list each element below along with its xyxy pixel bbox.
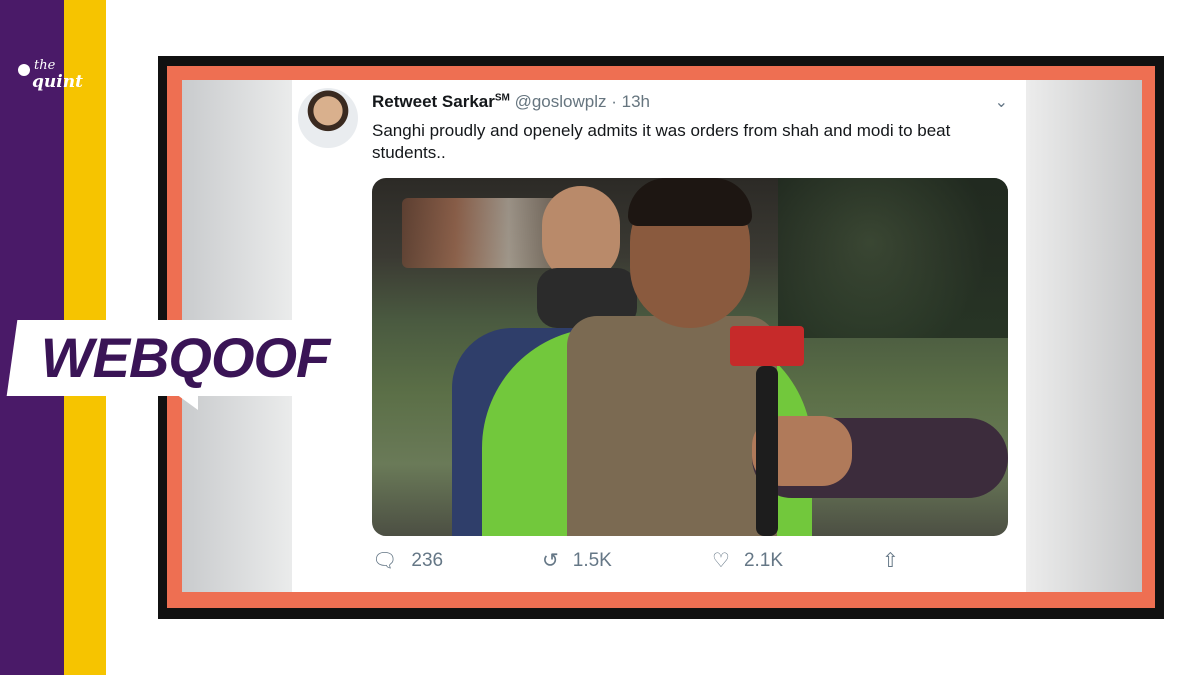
reply-icon: 🗨 xyxy=(372,550,398,572)
chevron-down-icon[interactable]: ⌄ xyxy=(995,92,1008,112)
avatar[interactable] xyxy=(298,88,358,148)
tweet-media-video[interactable] xyxy=(372,178,1008,536)
microphone-flag xyxy=(730,326,804,366)
like-button[interactable]: ♡ 2.1K xyxy=(712,548,783,573)
display-name[interactable]: Retweet Sarkar xyxy=(372,92,495,111)
speech-bubble-icon xyxy=(18,64,30,76)
share-button[interactable]: ⇧ xyxy=(882,548,913,573)
logo-line-2: quint xyxy=(32,72,83,92)
logo-line-1: the xyxy=(34,58,56,73)
background-trees xyxy=(778,178,1008,338)
background-lights xyxy=(402,198,562,268)
retweet-button[interactable]: ↺ 1.5K xyxy=(542,548,612,573)
webqoof-banner-text: WEBQOOF xyxy=(40,326,331,389)
retweet-icon: ↺ xyxy=(542,550,559,572)
tweet-card[interactable]: Retweet SarkarSM @goslowplz · 13h ⌄ Sang… xyxy=(292,80,1026,592)
tweet-actions: 🗨 236 ↺ 1.5K ♡ 2.1K ⇧ xyxy=(372,548,932,576)
share-icon: ⇧ xyxy=(882,550,899,572)
heart-icon: ♡ xyxy=(712,550,730,572)
microphone xyxy=(756,366,778,536)
reply-count: 236 xyxy=(411,549,444,571)
tweet-header: Retweet SarkarSM @goslowplz · 13h xyxy=(372,92,650,112)
handle[interactable]: @goslowplz xyxy=(515,92,607,111)
main-person-hair xyxy=(628,178,752,226)
tweet-text: Sanghi proudly and openely admits it was… xyxy=(372,121,951,162)
webqoof-banner-tail xyxy=(176,394,198,410)
separator-dot: · xyxy=(611,92,617,111)
service-mark: SM xyxy=(494,92,510,104)
reply-button[interactable]: 🗨 236 xyxy=(372,548,443,573)
timestamp[interactable]: 13h xyxy=(622,92,650,111)
like-count: 2.1K xyxy=(743,549,784,571)
retweet-count: 1.5K xyxy=(572,549,612,571)
